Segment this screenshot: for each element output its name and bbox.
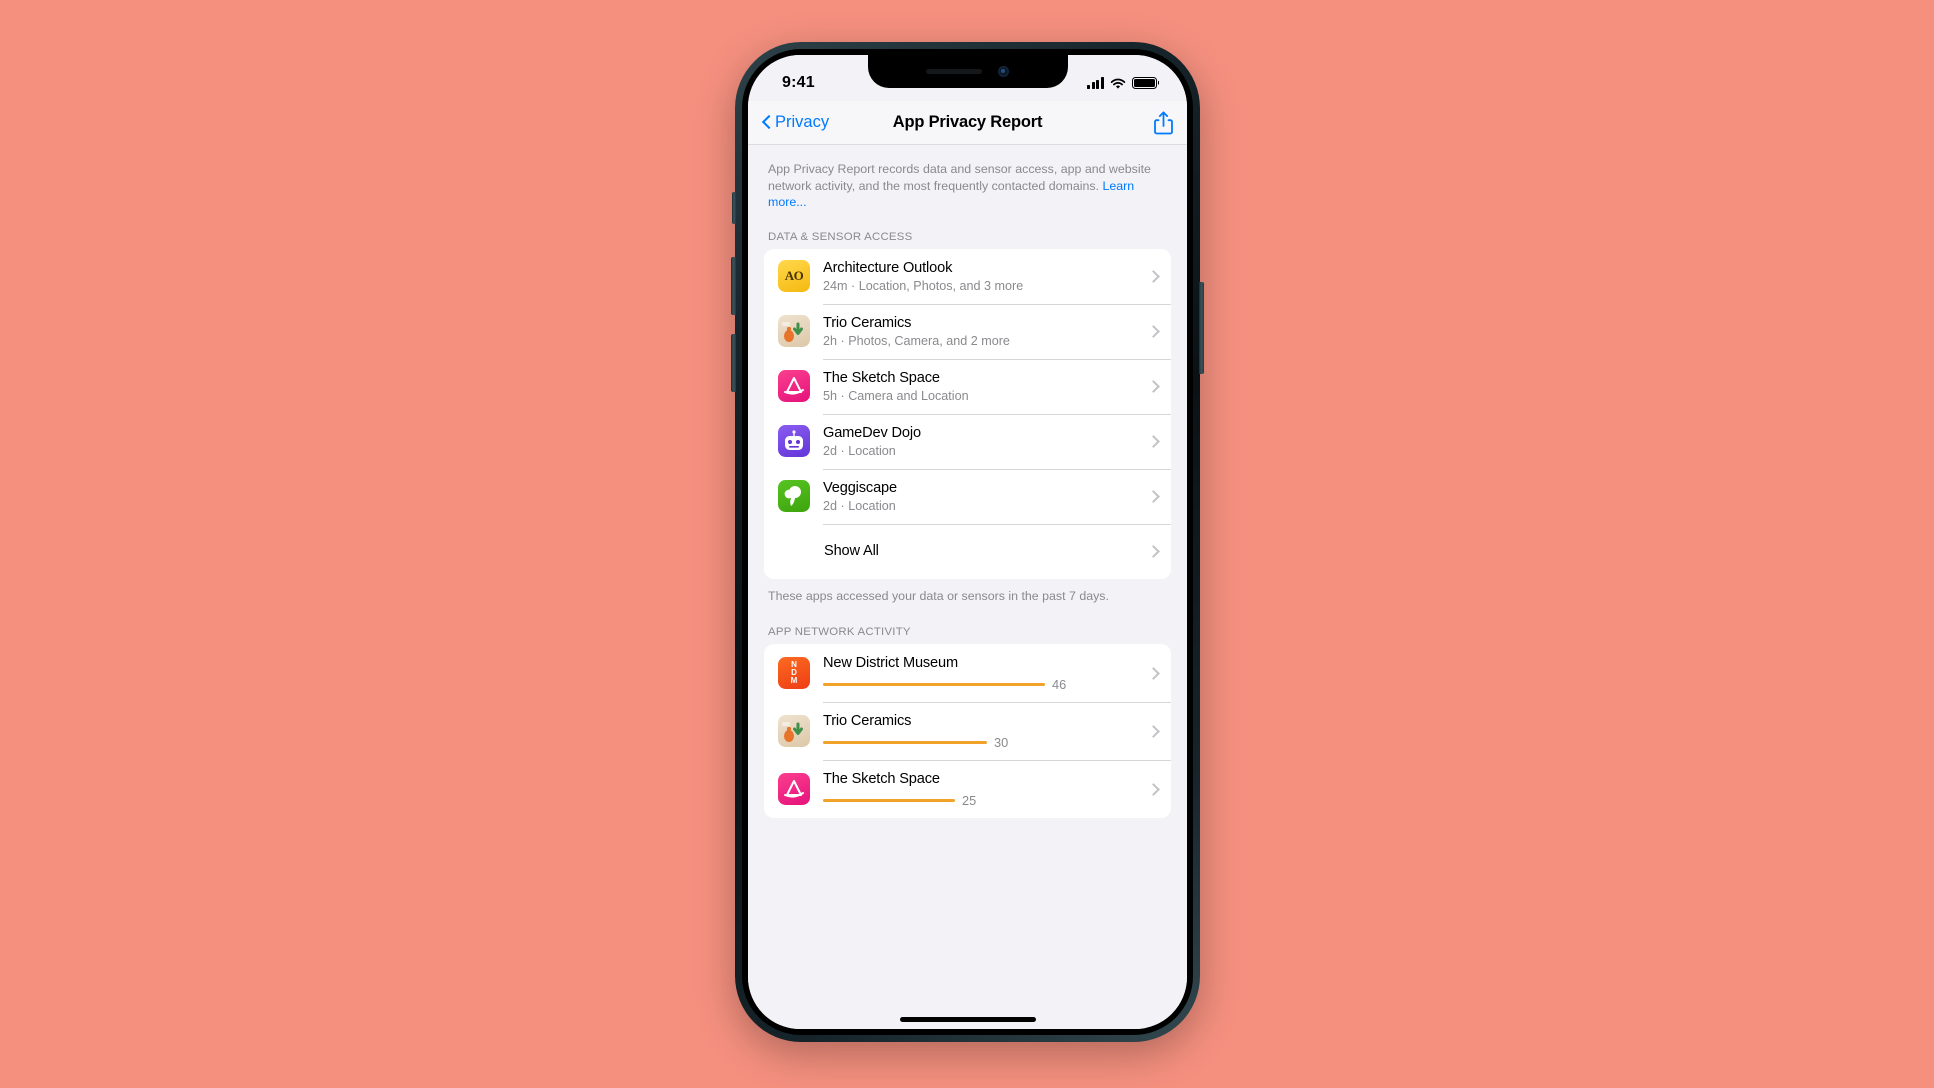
network-item-meter: 30 [823, 735, 1141, 750]
wifi-icon [1110, 77, 1126, 89]
back-button[interactable]: Privacy [762, 113, 854, 132]
chevron-right-icon [1149, 434, 1158, 449]
network-value: 30 [994, 735, 1009, 751]
silent-switch[interactable] [732, 192, 736, 224]
list-item-subtitle: 24m · Location, Photos, and 3 more [823, 278, 1024, 293]
app-icon-the-sketch-space [778, 370, 810, 403]
app-icon-letters: AO [784, 268, 804, 284]
navigation-bar: Privacy App Privacy Report [748, 101, 1187, 145]
intro-description: App Privacy Report records data and sens… [748, 145, 1187, 225]
chevron-right-icon [1149, 782, 1158, 797]
share-icon [1154, 111, 1173, 135]
network-bar [823, 798, 955, 803]
network-item-title: The Sketch Space [823, 771, 940, 788]
volume-down-button[interactable] [731, 334, 736, 392]
list-item-architecture-outlook[interactable]: AO Architecture Outlook 24m · Location, … [764, 249, 1171, 304]
list-item-body: The Sketch Space 5h · Camera and Locatio… [823, 361, 1141, 412]
phone-device: 9:41 Privacy App Privacy Report App Priv… [731, 42, 1204, 1042]
network-value: 46 [1052, 677, 1067, 693]
list-item-new-district-museum[interactable]: NDM New District Museum 46 [764, 644, 1171, 702]
section-header-data-sensor-access: DATA & SENSOR ACCESS [768, 230, 913, 243]
app-icon-the-sketch-space [778, 773, 810, 806]
intro-text: App Privacy Report records data and sens… [768, 162, 1151, 193]
network-item-title: Trio Ceramics [823, 713, 912, 730]
app-icon-architecture-outlook: AO [778, 260, 810, 293]
back-button-label: Privacy [775, 113, 830, 131]
network-value: 25 [962, 793, 977, 809]
chevron-right-icon [1149, 724, 1158, 739]
status-bar-time: 9:41 [782, 74, 815, 91]
chevron-right-icon [1149, 666, 1158, 681]
network-bar [823, 740, 987, 745]
network-item-body: Trio Ceramics 30 [823, 704, 1141, 758]
share-button[interactable] [1081, 111, 1173, 135]
cellular-bars-icon [1086, 77, 1104, 89]
data-sensor-access-card: AO Architecture Outlook 24m · Location, … [764, 248, 1171, 579]
list-item-gamedev-dojo[interactable]: GameDev Dojo 2d · Location [764, 413, 1171, 469]
chevron-right-icon [1149, 269, 1158, 284]
app-icon-gamedev-dojo [778, 425, 810, 458]
chevron-left-icon [762, 114, 772, 131]
page-title: App Privacy Report [892, 113, 1043, 131]
notch [867, 55, 1068, 88]
chevron-right-icon [1149, 544, 1158, 559]
network-bar [823, 682, 1045, 687]
app-icon-veggiscape [778, 480, 810, 513]
network-item-meter: 25 [823, 793, 1141, 808]
app-icon-trio-ceramics [778, 315, 810, 348]
app-icon-trio-ceramics [778, 715, 810, 748]
list-item-trio-ceramics-network[interactable]: Trio Ceramics 30 [764, 702, 1171, 760]
chevron-right-icon [1149, 324, 1158, 339]
list-item-title: Trio Ceramics [823, 314, 912, 331]
phone-screen: 9:41 Privacy App Privacy Report App Priv… [748, 55, 1187, 1029]
volume-up-button[interactable] [731, 257, 736, 315]
network-item-title: New District Museum [823, 655, 958, 672]
list-item-body: Trio Ceramics 2h · Photos, Camera, and 2… [823, 306, 1141, 357]
list-item-title: The Sketch Space [823, 369, 940, 386]
scroll-content[interactable]: App Privacy Report records data and sens… [748, 145, 1187, 1029]
network-item-meter: 46 [823, 677, 1141, 692]
front-camera-icon [998, 66, 1009, 77]
show-all-label: Show All [824, 543, 879, 560]
network-item-body: New District Museum 46 [823, 646, 1141, 700]
app-icon-new-district-museum: NDM [778, 657, 810, 690]
data-sensor-access-footnote: These apps accessed your data or sensors… [768, 588, 1109, 603]
list-item-the-sketch-space-network[interactable]: The Sketch Space 25 [764, 760, 1171, 818]
list-item-body: Architecture Outlook 24m · Location, Pho… [823, 251, 1141, 302]
list-item-title: GameDev Dojo [823, 424, 921, 441]
chevron-right-icon [1149, 379, 1158, 394]
power-button[interactable] [1199, 282, 1204, 374]
show-all-button[interactable]: Show All [764, 523, 1171, 579]
list-item-title: Veggiscape [823, 479, 897, 496]
app-network-activity-card: NDM New District Museum 46 Trio Ceramics… [764, 644, 1171, 819]
network-item-body: The Sketch Space 25 [823, 762, 1141, 816]
list-item-body: Veggiscape 2d · Location [823, 471, 1141, 522]
list-item-subtitle: 5h · Camera and Location [823, 388, 969, 403]
section-header-app-network-activity: APP NETWORK ACTIVITY [768, 626, 911, 639]
list-item-veggiscape[interactable]: Veggiscape 2d · Location [764, 468, 1171, 524]
speaker-grille-icon [926, 69, 982, 74]
list-item-the-sketch-space[interactable]: The Sketch Space 5h · Camera and Locatio… [764, 358, 1171, 414]
list-item-title: Architecture Outlook [823, 259, 953, 276]
list-item-subtitle: 2d · Location [823, 443, 896, 458]
list-item-body: GameDev Dojo 2d · Location [823, 416, 1141, 467]
app-icon-letters: NDM [790, 660, 798, 686]
chevron-right-icon [1149, 489, 1158, 504]
show-all-body: Show All [824, 534, 1141, 568]
home-indicator[interactable] [899, 1017, 1036, 1022]
battery-icon [1132, 76, 1157, 90]
list-item-trio-ceramics[interactable]: Trio Ceramics 2h · Photos, Camera, and 2… [764, 303, 1171, 359]
list-item-subtitle: 2d · Location [823, 498, 896, 513]
list-item-subtitle: 2h · Photos, Camera, and 2 more [823, 333, 1010, 348]
status-bar-indicators [1086, 76, 1157, 90]
